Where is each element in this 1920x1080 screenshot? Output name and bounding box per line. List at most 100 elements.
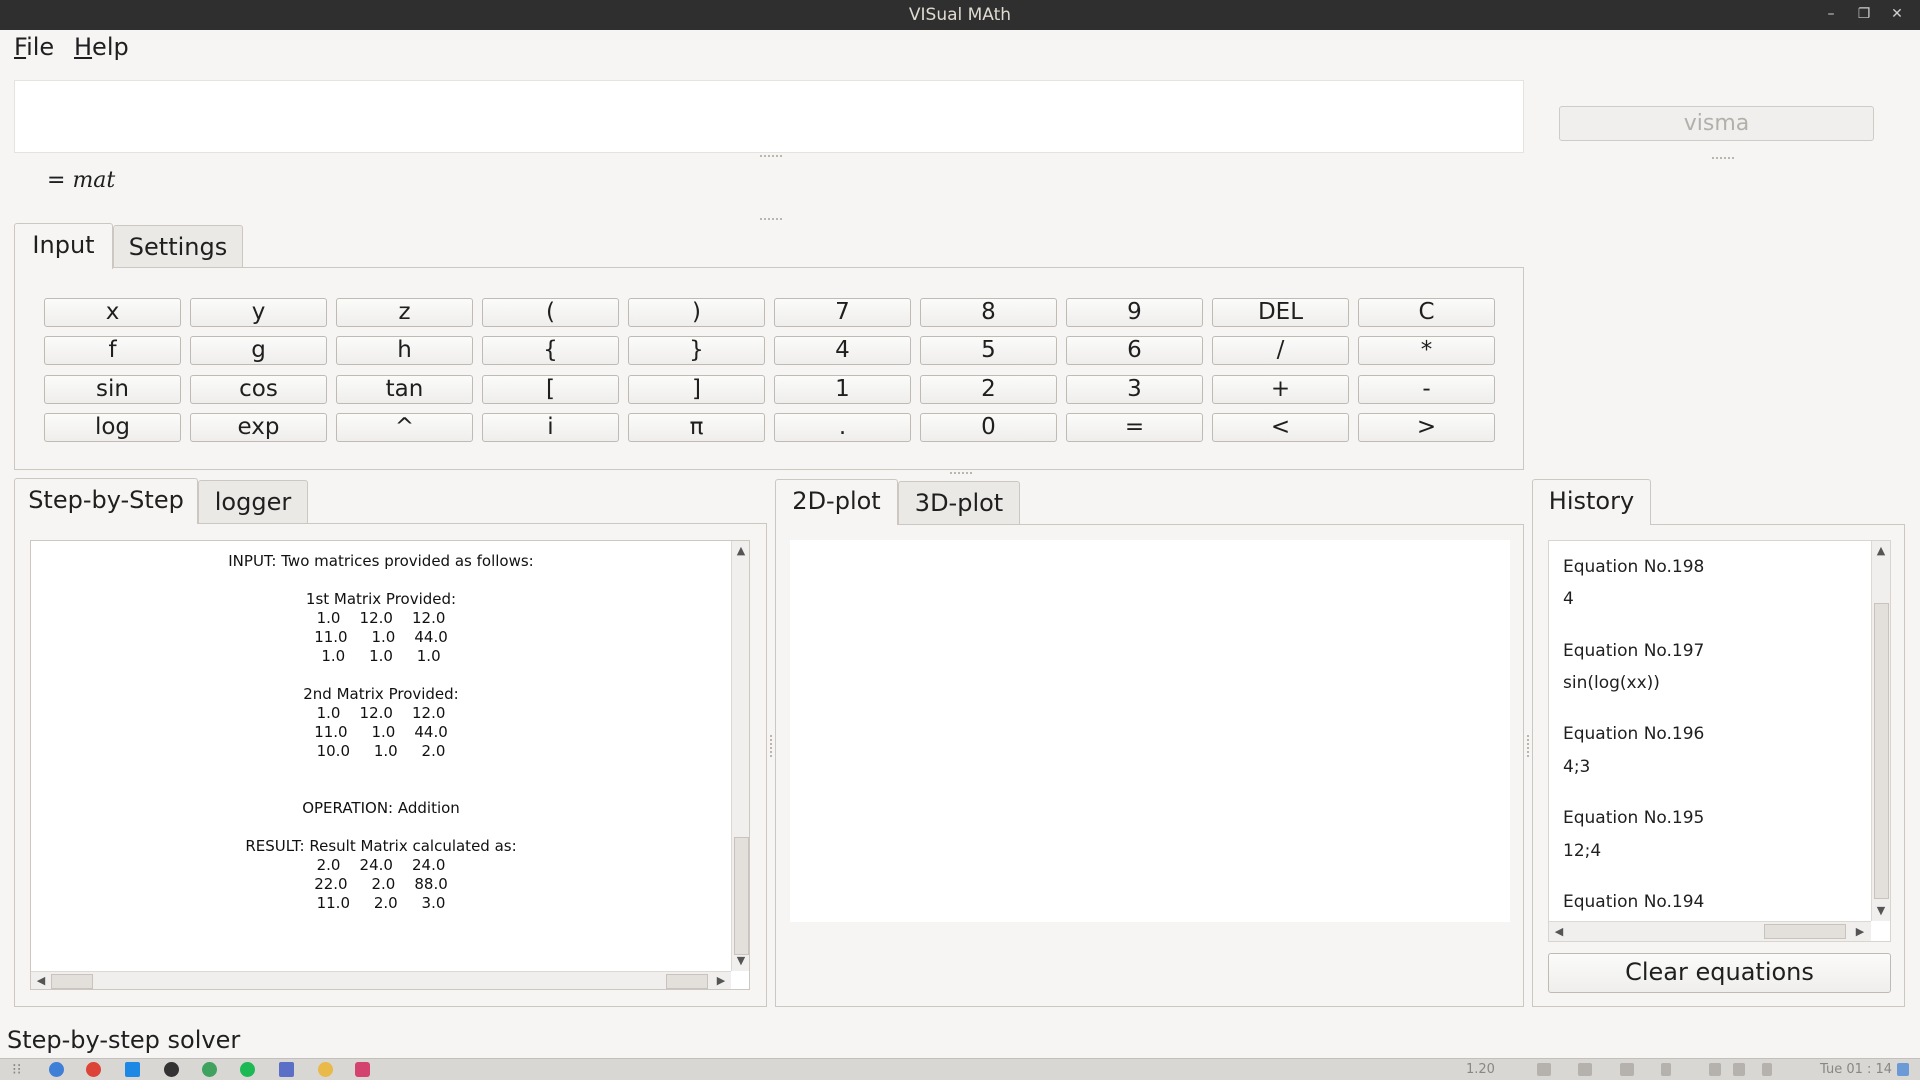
image-tray-icon[interactable] [1537, 1063, 1551, 1076]
key-button[interactable]: 4 [774, 336, 911, 365]
scroll-right-arrow-icon[interactable]: ▶ [1852, 924, 1868, 940]
key-button[interactable]: h [336, 336, 473, 365]
key-button[interactable]: ( [482, 298, 619, 327]
key-button[interactable]: sin [44, 375, 181, 404]
splitter-handle[interactable] [1712, 157, 1734, 161]
splitter-handle[interactable] [760, 218, 782, 222]
key-button[interactable]: > [1358, 413, 1495, 442]
document-icon[interactable] [279, 1062, 294, 1077]
scroll-right-arrow-icon[interactable]: ▶ [713, 973, 729, 989]
scroll-up-arrow-icon[interactable]: ▲ [733, 543, 749, 559]
scroll-thumb[interactable] [1874, 603, 1889, 899]
key-button[interactable]: - [1358, 375, 1495, 404]
splitter-handle[interactable] [1527, 735, 1531, 757]
key-button[interactable]: < [1212, 413, 1349, 442]
splitter-handle[interactable] [950, 472, 972, 476]
tab-step-by-step[interactable]: Step-by-Step [14, 478, 198, 524]
vscode-icon[interactable] [125, 1062, 140, 1077]
key-button[interactable]: y [190, 298, 327, 327]
spotify-icon[interactable] [240, 1062, 255, 1077]
key-button[interactable]: x [44, 298, 181, 327]
scroll-down-arrow-icon[interactable]: ▼ [733, 953, 749, 969]
key-button[interactable]: DEL [1212, 298, 1349, 327]
notes-icon[interactable] [318, 1062, 333, 1077]
key-button[interactable]: ] [628, 375, 765, 404]
key-button[interactable]: cos [190, 375, 327, 404]
close-button[interactable]: ✕ [1886, 3, 1908, 25]
key-button[interactable]: f [44, 336, 181, 365]
zeal-icon[interactable] [202, 1062, 217, 1077]
wifi-tray-icon[interactable] [1709, 1063, 1721, 1076]
key-button[interactable]: = [1066, 413, 1203, 442]
accessibility-tray-icon[interactable] [1661, 1063, 1671, 1076]
clear-equations-button[interactable]: Clear equations [1548, 953, 1891, 993]
visma-app-icon[interactable] [355, 1062, 370, 1077]
splitter-handle[interactable] [760, 155, 782, 159]
key-button[interactable]: ) [628, 298, 765, 327]
key-button[interactable]: 5 [920, 336, 1057, 365]
menu-help[interactable]: Help [74, 33, 129, 61]
scroll-thumb[interactable] [51, 974, 93, 989]
key-button[interactable]: exp [190, 413, 327, 442]
volume-tray-icon[interactable] [1733, 1063, 1745, 1076]
key-button[interactable]: π [628, 413, 765, 442]
clipboard-tray-icon[interactable] [1620, 1063, 1634, 1076]
key-button[interactable]: + [1212, 375, 1349, 404]
key-button[interactable]: 9 [1066, 298, 1203, 327]
history-item-value[interactable]: sin(log(xx)) [1563, 673, 1660, 693]
minimize-button[interactable]: – [1820, 3, 1842, 25]
tab-2d-plot[interactable]: 2D-plot [775, 479, 898, 525]
history-item-label[interactable]: Equation No.197 [1563, 641, 1704, 661]
scroll-up-arrow-icon[interactable]: ▲ [1873, 543, 1889, 559]
key-button[interactable]: log [44, 413, 181, 442]
browser-icon[interactable] [49, 1062, 64, 1077]
tab-input[interactable]: Input [14, 223, 113, 269]
tab-3d-plot[interactable]: 3D-plot [898, 481, 1020, 525]
key-button[interactable]: 8 [920, 298, 1057, 327]
tab-history[interactable]: History [1532, 479, 1651, 525]
history-item-value[interactable]: 4 [1563, 589, 1574, 609]
key-button[interactable]: g [190, 336, 327, 365]
app-grid-icon[interactable]: ⁝⁝ [12, 1060, 22, 1078]
plot-canvas[interactable] [790, 540, 1510, 922]
steam-icon[interactable] [164, 1062, 179, 1077]
display-tray-icon[interactable] [1578, 1063, 1592, 1076]
key-button[interactable]: 2 [920, 375, 1057, 404]
vertical-scrollbar[interactable]: ▲ ▼ [1871, 541, 1890, 921]
tab-logger[interactable]: logger [198, 480, 308, 524]
key-button[interactable]: C [1358, 298, 1495, 327]
history-item-label[interactable]: Equation No.196 [1563, 724, 1704, 744]
horizontal-scrollbar[interactable]: ◀ ▶ [1549, 921, 1871, 941]
scroll-left-arrow-icon[interactable]: ◀ [1551, 924, 1567, 940]
key-button[interactable]: . [774, 413, 911, 442]
key-button[interactable]: } [628, 336, 765, 365]
clock[interactable]: Tue 01 : 14 [1820, 1062, 1892, 1077]
menu-file[interactable]: File [14, 33, 54, 61]
key-button[interactable]: 6 [1066, 336, 1203, 365]
battery-tray-icon[interactable] [1762, 1063, 1772, 1076]
history-item-label[interactable]: Equation No.198 [1563, 557, 1704, 577]
scroll-down-arrow-icon[interactable]: ▼ [1873, 903, 1889, 919]
key-button[interactable]: ^ [336, 413, 473, 442]
splitter-handle[interactable] [770, 735, 774, 757]
history-item-label[interactable]: Equation No.194 [1563, 892, 1704, 912]
history-item-value[interactable]: 12;4 [1563, 841, 1601, 861]
notification-icon[interactable] [1897, 1063, 1909, 1076]
horizontal-scrollbar[interactable]: ◀ ▶ [31, 971, 731, 989]
history-item-value[interactable]: 4;3 [1563, 757, 1590, 777]
history-item-label[interactable]: Equation No.195 [1563, 808, 1704, 828]
scroll-thumb[interactable] [666, 974, 708, 989]
key-button[interactable]: { [482, 336, 619, 365]
key-button[interactable]: * [1358, 336, 1495, 365]
key-button[interactable]: 7 [774, 298, 911, 327]
maximize-button[interactable]: ❐ [1853, 3, 1875, 25]
chrome-icon[interactable] [86, 1062, 101, 1077]
key-button[interactable]: 1 [774, 375, 911, 404]
key-button[interactable]: i [482, 413, 619, 442]
visma-button[interactable]: visma [1559, 106, 1874, 141]
key-button[interactable]: z [336, 298, 473, 327]
key-button[interactable]: 3 [1066, 375, 1203, 404]
history-list[interactable]: Equation No.198 4 Equation No.197 sin(lo… [1548, 540, 1891, 942]
tab-settings[interactable]: Settings [113, 225, 243, 269]
key-button[interactable]: / [1212, 336, 1349, 365]
